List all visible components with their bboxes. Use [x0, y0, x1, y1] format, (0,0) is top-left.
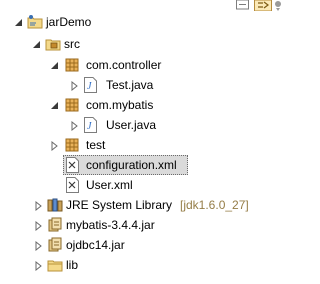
collapse-arrow-icon[interactable] — [70, 121, 80, 131]
tree-item-label: User.xml — [86, 178, 133, 192]
restore-icon[interactable] — [236, 0, 250, 11]
tree-item-label: User.java — [106, 118, 157, 132]
tree-item-label: src — [64, 37, 80, 51]
link-with-editor-icon[interactable] — [254, 0, 272, 11]
svg-text:J: J — [87, 121, 92, 132]
jar-icon — [48, 217, 62, 232]
collapse-arrow-icon[interactable] — [34, 201, 44, 211]
tree-item-decoration: [jdk1.6.0_27] — [180, 198, 249, 212]
java-project-icon — [27, 15, 43, 29]
xml-file-icon — [66, 157, 79, 173]
package-icon — [65, 138, 79, 152]
tree-item-label: JRE System Library — [66, 198, 173, 212]
xml-file-icon — [66, 177, 79, 193]
tree-item-src[interactable]: src — [0, 34, 270, 54]
collapse-arrow-icon[interactable] — [34, 221, 44, 231]
collapse-arrow-icon[interactable] — [34, 261, 44, 271]
svg-text:J: J — [87, 81, 92, 92]
view-menu-icon[interactable] — [274, 0, 284, 11]
tree-item-jre-system-library[interactable]: JRE System Library [jdk1.6.0_27] — [0, 195, 270, 215]
java-file-icon: J — [84, 77, 97, 93]
expand-arrow-icon[interactable] — [14, 18, 24, 28]
folder-icon — [47, 260, 63, 272]
expand-arrow-icon[interactable] — [50, 61, 60, 71]
tree-item-mybatis-jar[interactable]: mybatis-3.4.4.jar — [0, 215, 270, 235]
jar-icon — [48, 237, 62, 252]
expand-arrow-icon[interactable] — [32, 40, 42, 50]
tree-item-label: com.mybatis — [86, 98, 154, 112]
tree-item-com-mybatis[interactable]: com.mybatis — [0, 95, 270, 115]
collapse-arrow-icon[interactable] — [70, 81, 80, 91]
tree-item-test-java[interactable]: J Test.java — [0, 75, 270, 95]
tree-item-label: Test.java — [106, 78, 154, 92]
tree-item-test[interactable]: test — [0, 135, 270, 155]
tree-item-configuration-xml[interactable]: configuration.xml — [0, 155, 270, 175]
tree-item-user-java[interactable]: J User.java — [0, 115, 270, 135]
tree-item-user-xml[interactable]: User.xml — [0, 175, 270, 195]
package-icon — [65, 98, 79, 112]
tree-item-label: mybatis-3.4.4.jar — [66, 218, 155, 232]
expand-arrow-icon[interactable] — [50, 101, 60, 111]
java-file-icon: J — [84, 117, 97, 133]
collapse-arrow-icon[interactable] — [34, 241, 44, 251]
tree-item-lib[interactable]: lib — [0, 255, 270, 275]
library-icon — [47, 198, 63, 212]
tree-item-label: com.controller — [86, 58, 162, 72]
tree-item-com-controller[interactable]: com.controller — [0, 55, 270, 75]
tree-item-ojdbc-jar[interactable]: ojdbc14.jar — [0, 235, 270, 255]
tree-item-label: ojdbc14.jar — [66, 238, 125, 252]
tree-item-jardemo[interactable]: jarDemo — [0, 12, 270, 32]
tree-item-label: test — [86, 138, 106, 152]
package-icon — [65, 58, 79, 72]
tree-item-label: configuration.xml — [86, 158, 177, 172]
collapse-arrow-icon[interactable] — [50, 141, 60, 151]
source-folder-icon — [45, 39, 61, 51]
tree-item-label: lib — [66, 258, 79, 272]
tree-item-label: jarDemo — [46, 15, 92, 29]
